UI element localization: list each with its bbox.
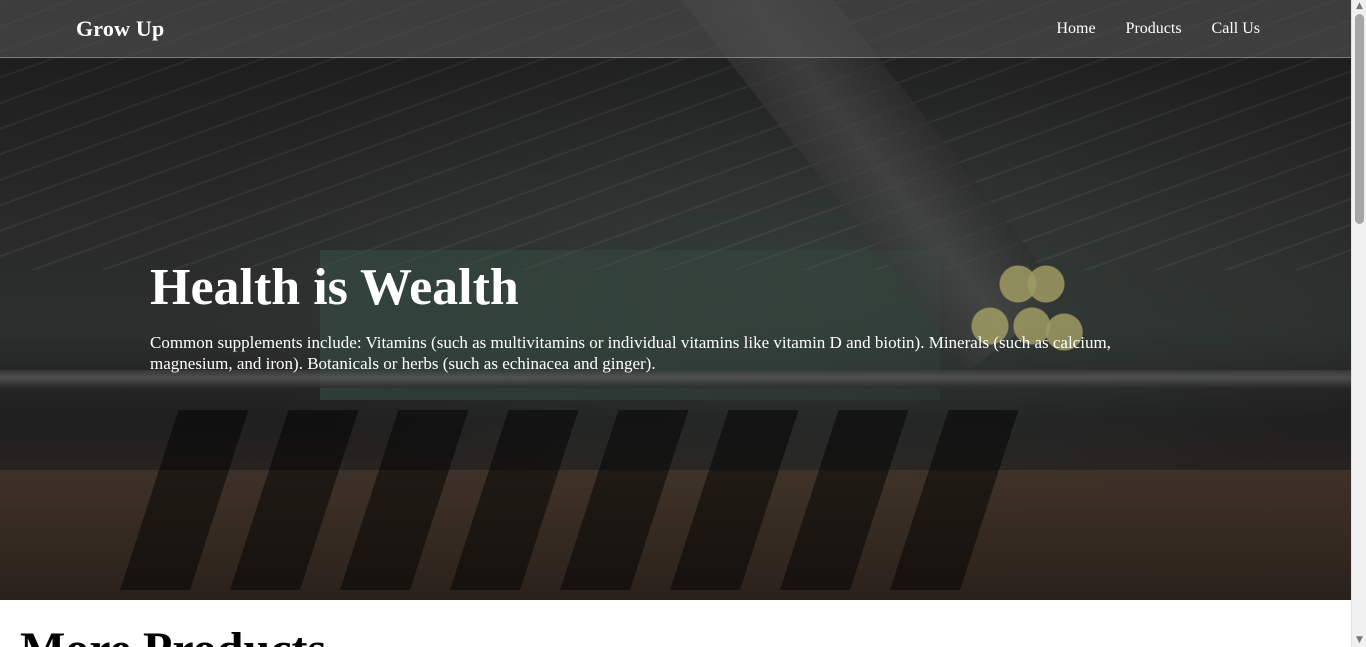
chevron-up-icon[interactable]: ▲ — [1355, 2, 1364, 11]
hero-description: Common supplements include: Vitamins (su… — [150, 333, 1111, 374]
page-scrollbar[interactable]: ▲ ▼ — [1351, 0, 1366, 647]
chevron-down-icon[interactable]: ▼ — [1355, 636, 1364, 645]
page: Grow Up Home Products Call Us Health is … — [0, 0, 1366, 647]
hero-treadmills — [120, 410, 1039, 590]
brand-logo[interactable]: Grow Up — [76, 16, 164, 42]
hero-content: Health is Wealth Common supplements incl… — [150, 262, 1190, 375]
hero-title: Health is Wealth — [150, 259, 519, 316]
nav-links: Home Products Call Us — [1056, 20, 1260, 38]
nav-home-link[interactable]: Home — [1056, 20, 1095, 38]
nav-products-link[interactable]: Products — [1126, 20, 1182, 38]
scrollbar-thumb[interactable] — [1355, 14, 1364, 224]
more-products-section: More Products — [0, 600, 1351, 647]
nav-call-us-link[interactable]: Call Us — [1212, 20, 1260, 38]
navbar: Grow Up Home Products Call Us — [0, 0, 1351, 58]
more-products-title: More Products — [20, 626, 326, 647]
